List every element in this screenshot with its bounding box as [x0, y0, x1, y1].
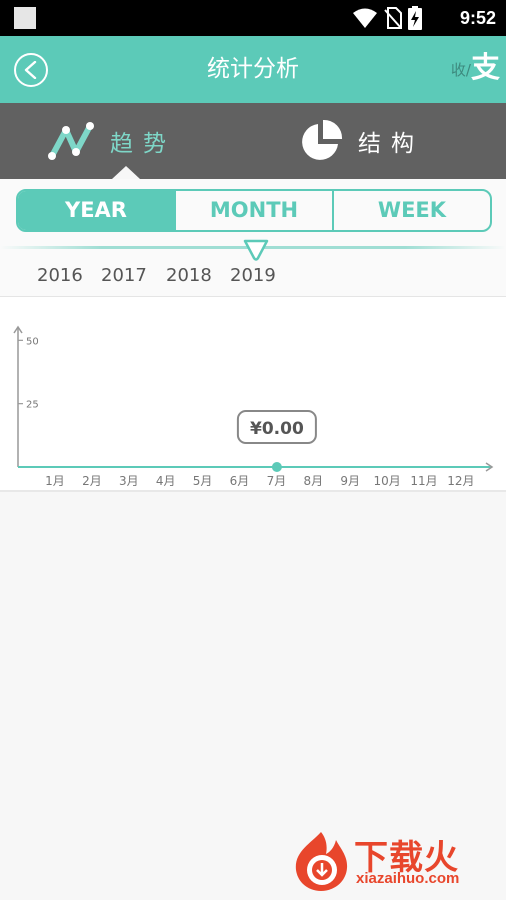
- x-tick-label: 5月: [193, 474, 213, 488]
- year-option-2019[interactable]: 2019: [230, 265, 276, 286]
- tab-structure[interactable]: 结构: [298, 103, 424, 179]
- clock: 9:52: [459, 8, 496, 28]
- flame-logo-icon: [295, 832, 348, 891]
- y-tick-label: 25: [26, 400, 39, 411]
- trend-chart-svg: 25 50 1月 2月 3月 4月 5月 6月 7月 8月 9月 10月 11月 12月 ¥0.00: [13, 325, 494, 488]
- x-tick-label: 3月: [119, 474, 139, 488]
- x-tick-label: 6月: [230, 474, 250, 488]
- value-tooltip-label: ¥0.00: [250, 419, 304, 439]
- year-option-2016[interactable]: 2016: [37, 265, 83, 286]
- pie-chart-icon: [302, 119, 343, 160]
- x-tick-label: 9月: [340, 474, 360, 488]
- status-icons: [352, 5, 422, 31]
- income-toggle[interactable]: 收/: [451, 59, 471, 80]
- trend-line-icon: [48, 122, 94, 160]
- period-segmented-control: YEAR MONTH WEEK: [16, 189, 492, 232]
- mode-bar: 趋势 结构: [0, 103, 506, 179]
- page-title: 统计分析: [207, 56, 299, 82]
- year-option-2018[interactable]: 2018: [166, 265, 212, 286]
- status-bar: 9:52: [0, 0, 506, 36]
- battery-charging-icon: [408, 6, 422, 30]
- notification-icon: [14, 7, 36, 29]
- no-sim-icon: [384, 7, 402, 29]
- x-tick-label: 8月: [303, 474, 323, 488]
- income-expense-toggle[interactable]: 收/ 支: [451, 46, 500, 86]
- year-option-2017[interactable]: 2017: [101, 265, 147, 286]
- y-tick-label: 50: [26, 336, 39, 347]
- data-point: [271, 462, 282, 472]
- wifi-icon: [353, 8, 377, 28]
- expense-toggle[interactable]: 支: [471, 44, 500, 86]
- tab-trend[interactable]: 趋势: [46, 103, 176, 179]
- watermark: 下载火 xiazaihuo.com: [290, 830, 500, 892]
- watermark-url: xiazaihuo.com: [356, 870, 460, 887]
- x-tick-label: 12月: [447, 474, 474, 488]
- period-week-button[interactable]: WEEK: [332, 191, 490, 230]
- period-year-button[interactable]: YEAR: [18, 191, 174, 230]
- app-bar: 统计分析 收/ 支: [0, 36, 506, 103]
- tab-structure-label: 结构: [358, 131, 424, 157]
- trend-chart: 25 50 1月 2月 3月 4月 5月 6月 7月 8月 9月 10月 11月 12月 ¥0.00: [0, 296, 506, 492]
- active-tab-pointer: [112, 166, 140, 179]
- period-panel: YEAR MONTH WEEK 2016 2017 2018 2019: [0, 179, 506, 296]
- x-tick-label: 7月: [267, 474, 287, 488]
- period-month-button[interactable]: MONTH: [174, 191, 332, 230]
- year-slider-thumb[interactable]: [243, 239, 269, 261]
- tab-trend-label: 趋势: [110, 131, 176, 157]
- x-tick-label: 1月: [45, 474, 65, 488]
- x-tick-label: 2月: [82, 474, 102, 488]
- x-tick-label: 11月: [410, 474, 437, 488]
- x-tick-label: 4月: [156, 474, 176, 488]
- x-tick-label: 10月: [373, 474, 400, 488]
